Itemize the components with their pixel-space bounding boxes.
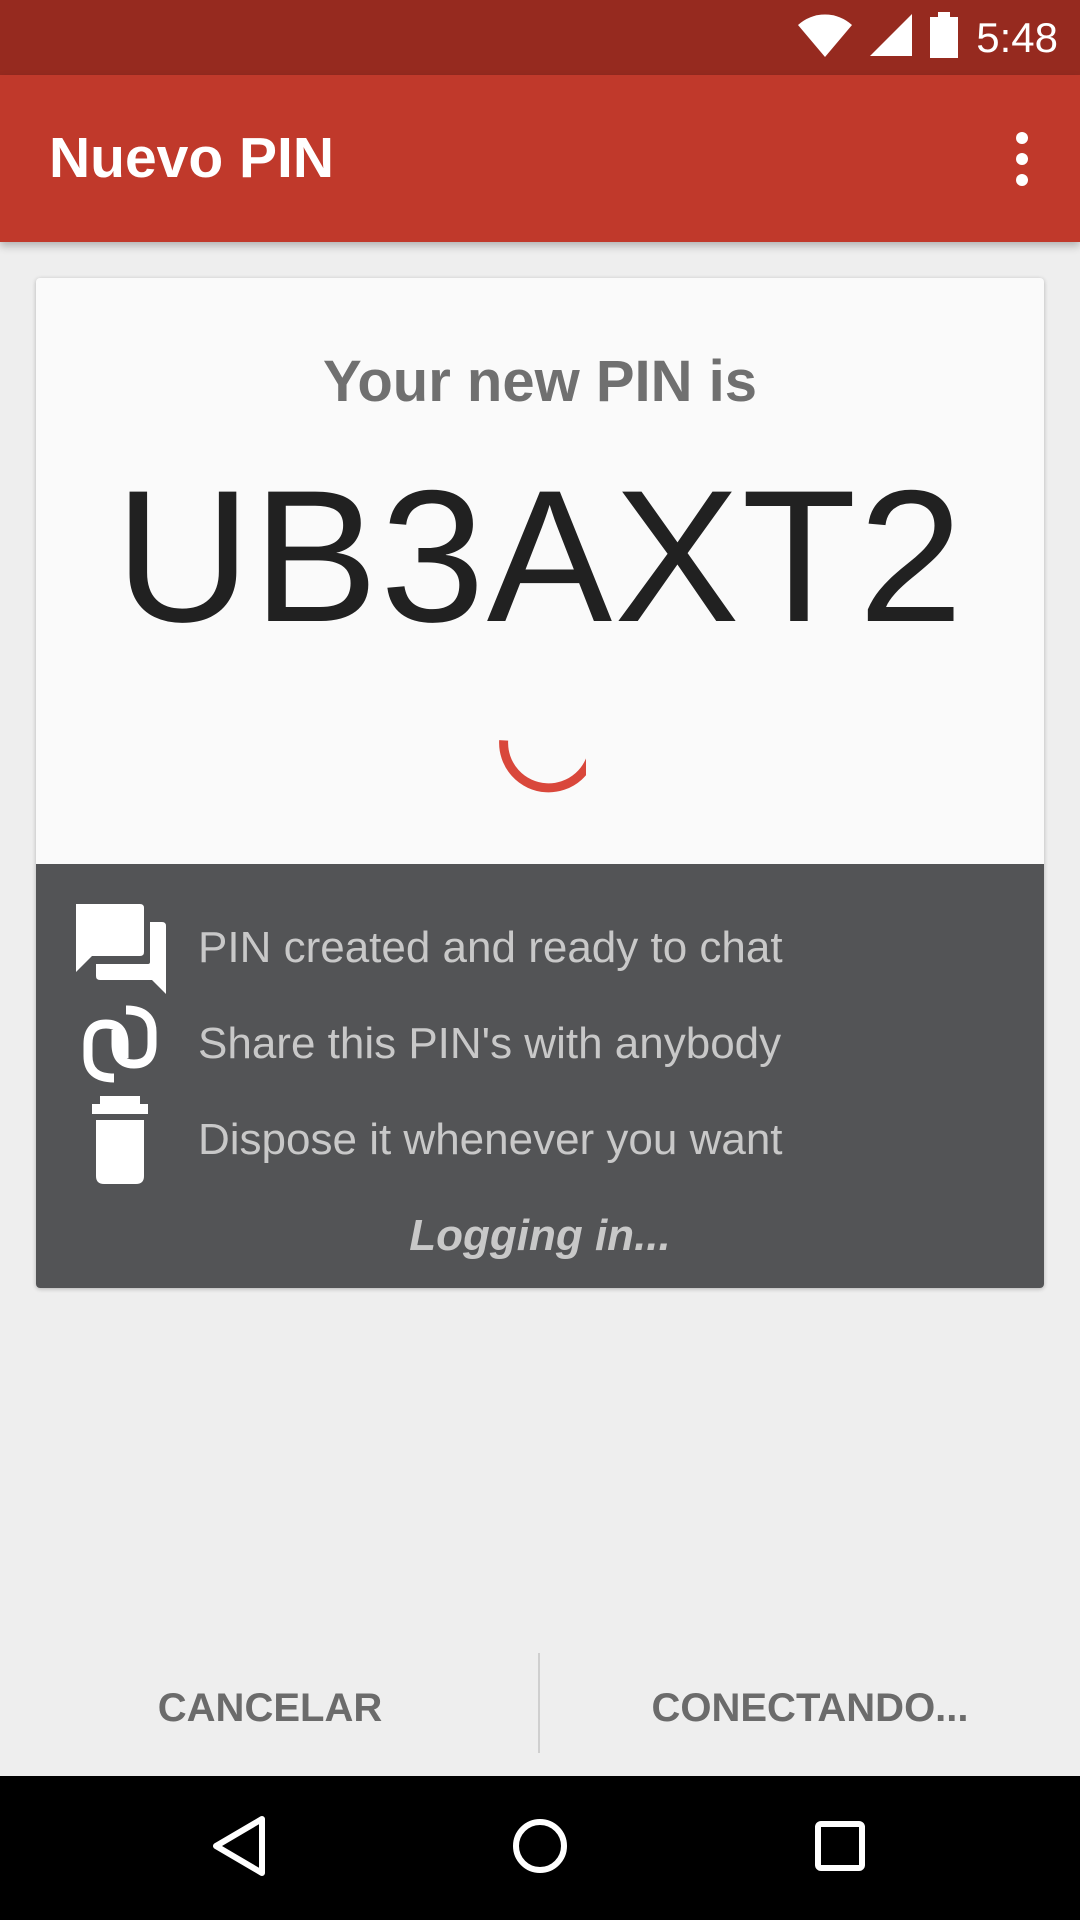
more-vert-icon xyxy=(1016,132,1028,144)
navigation-bar xyxy=(0,1776,1080,1920)
more-vert-icon-dot xyxy=(1016,153,1028,165)
loading-spinner xyxy=(494,704,599,796)
wifi-icon xyxy=(798,13,853,62)
back-button[interactable] xyxy=(204,1812,276,1884)
trash-icon xyxy=(70,1092,170,1188)
app-bar: Nuevo PIN xyxy=(0,75,1080,242)
recents-icon xyxy=(813,1819,867,1878)
connect-button[interactable]: CONECTANDO... xyxy=(540,1640,1080,1776)
status-icons: 5:48 xyxy=(798,0,1058,75)
pin-heading: Your new PIN is xyxy=(322,349,757,414)
info-row-created: PIN created and ready to chat xyxy=(36,900,1044,996)
status-time: 5:48 xyxy=(976,13,1058,61)
action-bar: CANCELAR CONECTANDO... xyxy=(0,1640,1080,1776)
info-row-share: Share this PIN's with anybody xyxy=(36,996,1044,1092)
home-icon xyxy=(510,1816,570,1881)
info-panel: PIN created and ready to chat Share this… xyxy=(36,864,1044,1288)
info-text: Share this PIN's with anybody xyxy=(198,1019,782,1068)
back-icon xyxy=(210,1815,270,1882)
signal-icon xyxy=(870,14,913,61)
status-text: Logging in... xyxy=(409,1211,671,1260)
pin-code: UB3AXT2 xyxy=(115,451,965,661)
status-bar: 5:48 xyxy=(0,0,1080,75)
cancel-button[interactable]: CANCELAR xyxy=(0,1640,540,1776)
info-text: Dispose it whenever you want xyxy=(198,1115,783,1164)
chat-bubbles-icon xyxy=(70,900,170,996)
link-icon xyxy=(70,996,170,1092)
info-row-dispose: Dispose it whenever you want xyxy=(36,1092,1044,1188)
battery-icon xyxy=(930,12,959,63)
info-text: PIN created and ready to chat xyxy=(198,923,783,972)
action-divider xyxy=(538,1653,540,1753)
more-options-button[interactable] xyxy=(992,123,1052,195)
more-vert-icon-dot xyxy=(1016,174,1028,186)
home-button[interactable] xyxy=(504,1812,576,1884)
pin-card: Your new PIN is UB3AXT2 PIN created and … xyxy=(36,278,1044,1288)
recents-button[interactable] xyxy=(804,1812,876,1884)
page-title: Nuevo PIN xyxy=(49,126,335,190)
